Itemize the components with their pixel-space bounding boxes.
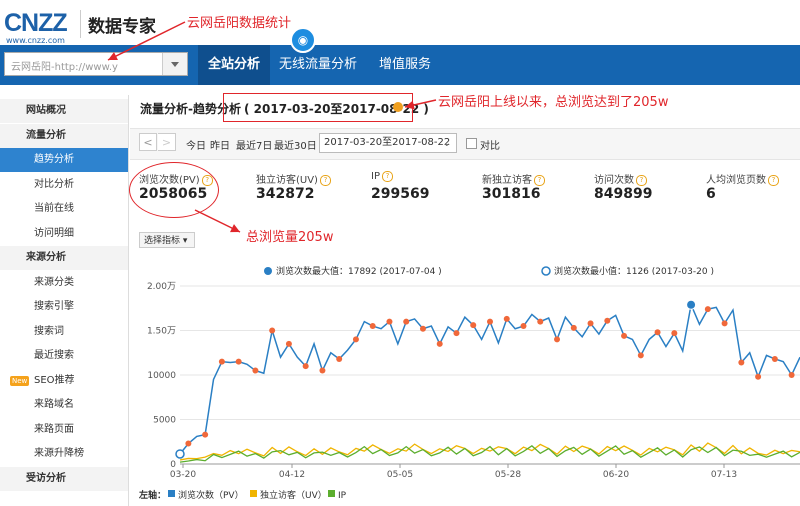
data-point [319, 367, 326, 374]
data-point [352, 336, 359, 343]
data-point [470, 322, 477, 329]
x-tick-label: 03-20 [170, 470, 196, 480]
data-point [386, 318, 393, 325]
data-point [419, 325, 426, 332]
data-point [487, 318, 493, 325]
x-tick-label: 06-20 [603, 470, 629, 480]
data-point [503, 315, 510, 322]
max-point [686, 299, 697, 310]
legend-swatch [250, 490, 257, 497]
annotation-arrow [194, 209, 241, 233]
legend-swatch [328, 490, 335, 497]
legend-entry: IP [338, 491, 347, 501]
data-point [621, 332, 628, 339]
data-point [403, 318, 410, 325]
data-point [570, 324, 577, 331]
data-point [704, 306, 711, 313]
x-tick-label: 05-28 [495, 470, 521, 480]
data-point [671, 330, 678, 337]
data-point [369, 323, 376, 330]
max-marker-icon [264, 267, 272, 275]
data-point [453, 330, 460, 337]
min-marker-icon [541, 266, 551, 276]
data-point [436, 340, 443, 347]
legend-prefix: 左轴： [138, 489, 166, 501]
data-point [738, 359, 745, 366]
legend-entry: 独立访客（UV） [260, 489, 327, 501]
data-point [235, 358, 242, 365]
x-tick-label: 07-13 [711, 470, 737, 480]
data-point [721, 320, 728, 327]
data-point [637, 352, 644, 359]
min-label: 浏览次数最小值：1126 (2017-03-20 ) [554, 265, 714, 277]
data-point [185, 440, 192, 447]
annotation-arrow [107, 21, 186, 61]
data-point [302, 363, 309, 370]
data-point [587, 320, 594, 327]
data-point [771, 355, 778, 362]
x-tick-label: 05-05 [387, 470, 413, 480]
y-tick-label: 1.50万 [147, 327, 176, 337]
y-tick-label: 2.00万 [147, 282, 176, 292]
x-tick-label: 04-12 [279, 470, 305, 480]
data-point [269, 327, 276, 334]
data-point [604, 317, 611, 324]
data-point [537, 318, 544, 325]
y-tick-label: 10000 [147, 371, 176, 381]
legend-swatch [168, 490, 175, 497]
max-label: 浏览次数最大值：17892 (2017-07-04 ) [276, 265, 442, 277]
data-point [788, 372, 795, 378]
data-point [520, 323, 527, 330]
data-point [285, 340, 292, 347]
y-tick-label: 5000 [153, 416, 176, 426]
annotation-arrow [404, 99, 437, 110]
series-line-pv [179, 302, 800, 455]
min-point [175, 449, 185, 459]
data-point [336, 355, 343, 362]
y-tick-label: 0 [170, 460, 176, 470]
data-point [202, 431, 209, 438]
data-point [755, 373, 762, 380]
data-point [554, 336, 561, 343]
data-point [218, 358, 225, 365]
data-point [252, 367, 259, 374]
legend-entry: 浏览次数（PV） [178, 489, 244, 501]
trend-chart: 0 5000 10000 1.50万 2.00万 03-20 04-12 05-05 05-28… [107, 21, 800, 501]
data-point [654, 329, 661, 336]
